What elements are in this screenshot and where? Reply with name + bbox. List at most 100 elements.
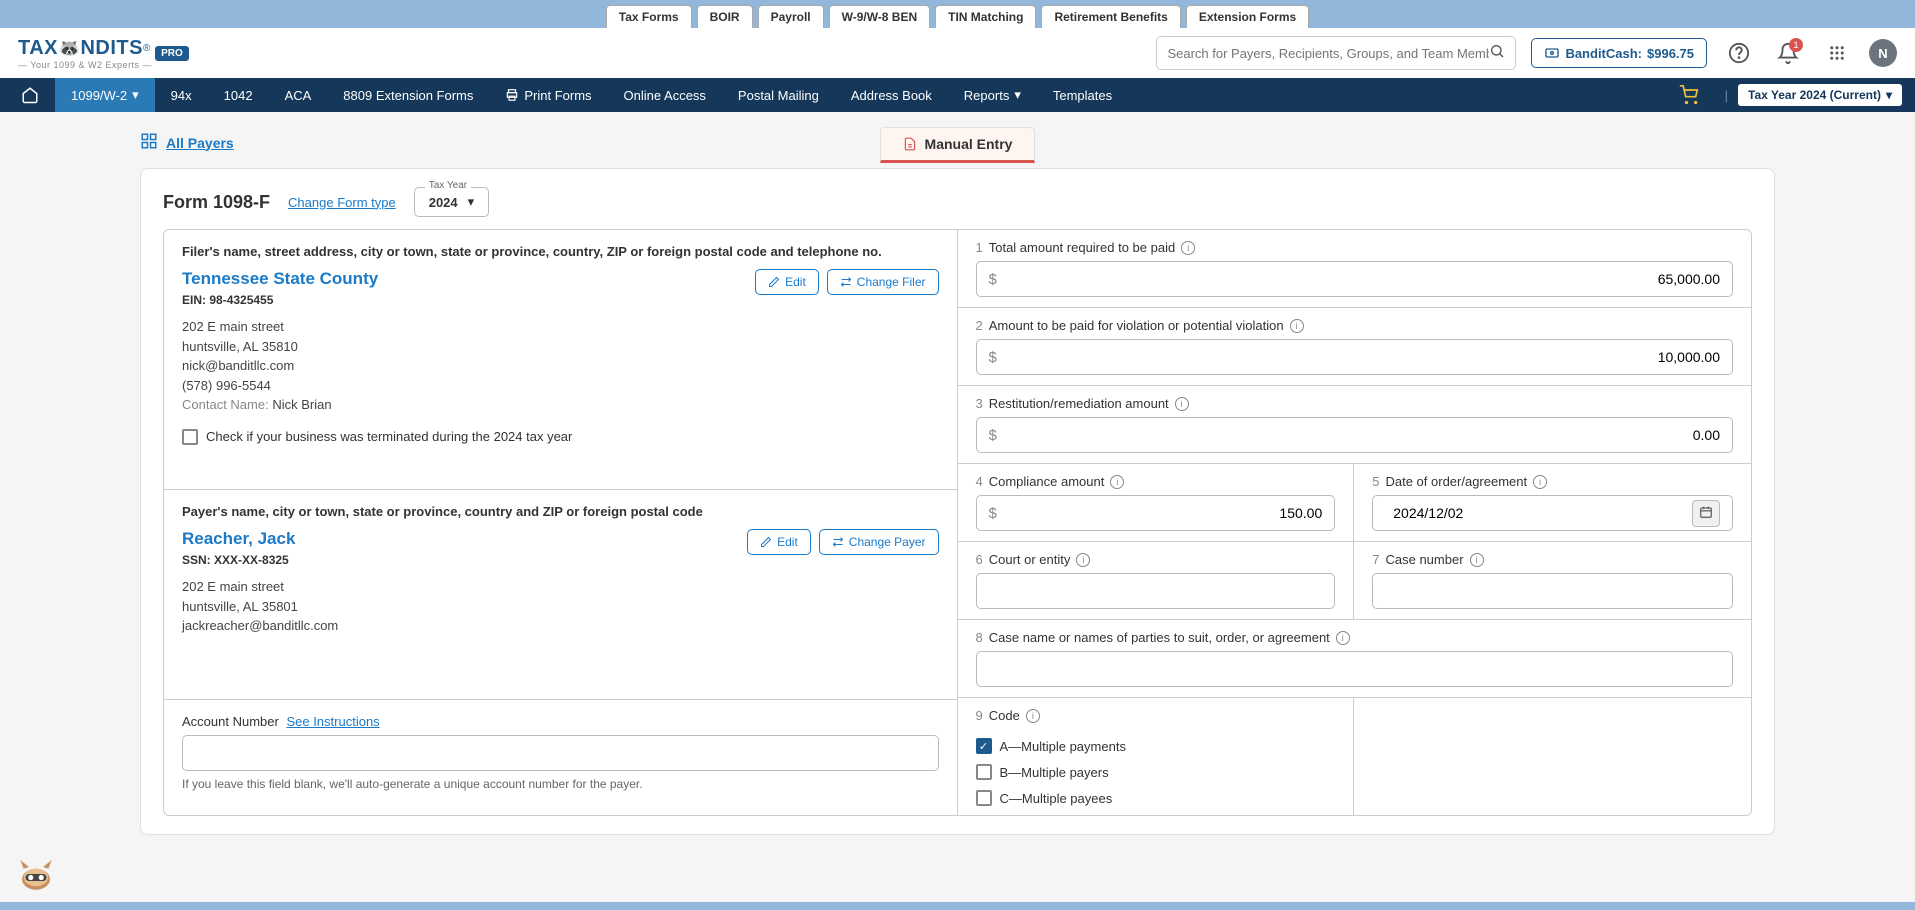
swap-icon <box>832 536 844 548</box>
manual-entry-tab[interactable]: Manual Entry <box>880 127 1036 163</box>
main-card: Form 1098-F Change Form type Tax Year 20… <box>140 168 1775 835</box>
printer-icon <box>505 88 519 102</box>
edit-filer-button[interactable]: Edit <box>755 269 819 295</box>
b4-input[interactable] <box>997 505 1322 521</box>
nav-reports[interactable]: Reports▾ <box>948 78 1037 112</box>
top-tab-w9[interactable]: W-9/W-8 BEN <box>829 5 931 28</box>
pro-badge: PRO <box>155 46 189 61</box>
change-filer-button[interactable]: Change Filer <box>827 269 939 295</box>
info-icon[interactable]: i <box>1533 475 1547 489</box>
banditcash-label: BanditCash: <box>1565 46 1642 61</box>
nav-home-icon[interactable] <box>5 78 55 112</box>
info-icon[interactable]: i <box>1290 319 1304 333</box>
code-a-checkbox[interactable] <box>976 738 992 754</box>
top-tab-tax-forms[interactable]: Tax Forms <box>606 5 692 28</box>
top-tab-retirement[interactable]: Retirement Benefits <box>1041 5 1180 28</box>
bandit-cash-button[interactable]: BanditCash: $996.75 <box>1531 38 1707 68</box>
terminated-checkbox[interactable] <box>182 429 198 445</box>
change-payer-button[interactable]: Change Payer <box>819 529 939 555</box>
b6-num: 6 <box>976 552 983 567</box>
year-select-value: 2024 <box>429 195 458 210</box>
nav-94x[interactable]: 94x <box>155 78 208 112</box>
filer-email: nick@banditllc.com <box>182 356 939 376</box>
code-b-checkbox[interactable] <box>976 764 992 780</box>
payer-name: Reacher, Jack <box>182 529 295 549</box>
b1-input[interactable] <box>997 271 1720 287</box>
b5-input[interactable] <box>1385 505 1686 521</box>
ein-label: EIN: <box>182 293 206 307</box>
change-form-type-link[interactable]: Change Form type <box>288 195 396 210</box>
b7-label: Case number <box>1385 552 1463 567</box>
search-icon[interactable] <box>1489 43 1505 63</box>
banditcash-amount: $996.75 <box>1647 46 1694 61</box>
contact-label: Contact Name: <box>182 397 269 412</box>
account-help-text: If you leave this field blank, we'll aut… <box>182 777 939 791</box>
nav-1042[interactable]: 1042 <box>208 78 269 112</box>
top-tab-boir[interactable]: BOIR <box>697 5 753 28</box>
info-icon[interactable]: i <box>1470 553 1484 567</box>
account-number-input[interactable] <box>195 745 926 761</box>
top-tab-payroll[interactable]: Payroll <box>758 5 824 28</box>
mascot-icon[interactable] <box>15 853 57 895</box>
nav-templates[interactable]: Templates <box>1037 78 1128 112</box>
nav-print-forms[interactable]: Print Forms <box>489 78 607 112</box>
calendar-icon[interactable] <box>1692 500 1720 527</box>
search-box[interactable] <box>1156 36 1516 70</box>
pencil-icon <box>768 276 780 288</box>
nav-address-book[interactable]: Address Book <box>835 78 948 112</box>
info-icon[interactable]: i <box>1026 709 1040 723</box>
info-icon[interactable]: i <box>1076 553 1090 567</box>
nav-online-access[interactable]: Online Access <box>608 78 722 112</box>
top-tab-extension[interactable]: Extension Forms <box>1186 5 1309 28</box>
tax-year-dropdown[interactable]: Tax Year 2024 ▾ <box>414 187 489 217</box>
terminated-check-label: Check if your business was terminated du… <box>206 429 572 444</box>
code-b-label: B—Multiple payers <box>1000 765 1109 780</box>
payer-addr1: 202 E main street <box>182 577 939 597</box>
b6-input[interactable] <box>989 583 1323 599</box>
code-c-checkbox[interactable] <box>976 790 992 806</box>
swap-icon <box>840 276 852 288</box>
tax-year-select[interactable]: Tax Year 2024 (Current)▾ <box>1738 84 1902 106</box>
account-number-label: Account Number <box>182 714 279 729</box>
year-select-label: Tax Year <box>425 180 471 191</box>
b1-num: 1 <box>976 240 983 255</box>
code-a-label: A—Multiple payments <box>1000 739 1126 754</box>
avatar[interactable]: N <box>1869 39 1897 67</box>
b9-label: Code <box>989 708 1020 723</box>
b8-input[interactable] <box>989 661 1721 677</box>
b2-input[interactable] <box>997 349 1720 365</box>
info-icon[interactable]: i <box>1336 631 1350 645</box>
b2-num: 2 <box>976 318 983 333</box>
help-icon[interactable] <box>1722 36 1756 70</box>
see-instructions-link[interactable]: See Instructions <box>286 714 379 729</box>
payer-addr2: huntsville, AL 35801 <box>182 597 939 617</box>
edit-payer-button[interactable]: Edit <box>747 529 811 555</box>
nav-aca[interactable]: ACA <box>269 78 328 112</box>
ssn-label: SSN: <box>182 553 211 567</box>
b3-label: Restitution/remediation amount <box>989 396 1169 411</box>
logo[interactable]: TAX 🦝 NDITS ® — Your 1099 & W2 Experts —… <box>18 37 189 70</box>
b4-label: Compliance amount <box>989 474 1105 489</box>
nav-8809[interactable]: 8809 Extension Forms <box>327 78 489 112</box>
notification-icon[interactable]: 1 <box>1771 36 1805 70</box>
b1-label: Total amount required to be paid <box>989 240 1175 255</box>
b3-input[interactable] <box>997 427 1720 443</box>
info-icon[interactable]: i <box>1110 475 1124 489</box>
chevron-down-icon: ▾ <box>468 194 475 210</box>
b7-input[interactable] <box>1385 583 1720 599</box>
b8-num: 8 <box>976 630 983 645</box>
cart-icon[interactable] <box>1663 78 1715 112</box>
logo-text-2: NDITS <box>80 37 143 60</box>
account-number-input-wrap[interactable] <box>182 735 939 771</box>
filer-addr1: 202 E main street <box>182 317 939 337</box>
top-tab-tin[interactable]: TIN Matching <box>935 5 1036 28</box>
info-icon[interactable]: i <box>1181 241 1195 255</box>
info-icon[interactable]: i <box>1175 397 1189 411</box>
b5-num: 5 <box>1372 474 1379 489</box>
nav-1099-w2[interactable]: 1099/W-2▾ <box>55 78 155 112</box>
nav-postal[interactable]: Postal Mailing <box>722 78 835 112</box>
chevron-down-icon: ▾ <box>1886 88 1892 102</box>
search-input[interactable] <box>1167 46 1489 61</box>
reg-mark: ® <box>143 43 150 54</box>
apps-icon[interactable] <box>1820 36 1854 70</box>
